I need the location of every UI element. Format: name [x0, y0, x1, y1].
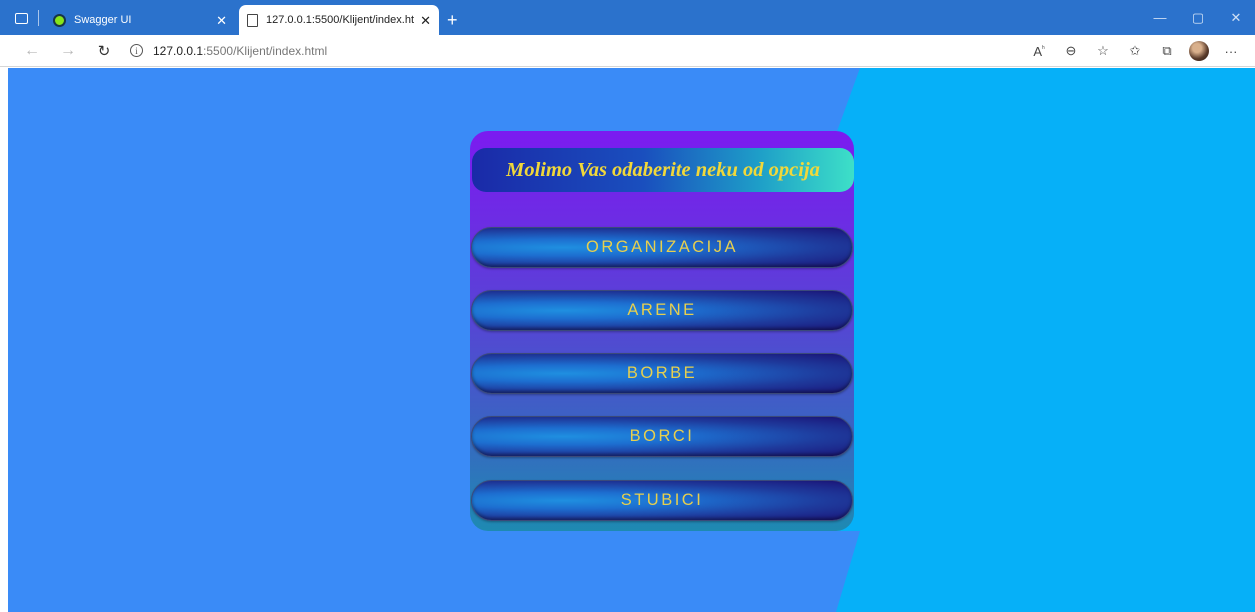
restore-icon[interactable]: ▢ — [1179, 10, 1217, 26]
swagger-favicon-icon — [53, 13, 66, 27]
tab-label: 127.0.0.1:5500/Klijent/index.html — [266, 14, 415, 26]
tab-close-icon[interactable]: ✕ — [420, 14, 431, 27]
favorites-icon[interactable]: ✩ — [1119, 43, 1151, 59]
tab-separator — [38, 10, 39, 26]
new-tab-plus-icon[interactable]: + — [447, 11, 458, 29]
minimize-icon[interactable]: — — [1141, 10, 1179, 25]
address-bar[interactable]: i 127.0.0.1:5500/Klijent/index.html — [130, 44, 327, 58]
back-arrow-icon[interactable]: ← — [14, 42, 50, 60]
forward-arrow-icon[interactable]: → — [50, 42, 86, 60]
tab-klijent[interactable]: 127.0.0.1:5500/Klijent/index.html ✕ — [239, 5, 439, 35]
site-info-icon[interactable]: i — [130, 44, 143, 57]
stubici-button[interactable]: STUBICI — [471, 480, 853, 521]
zoom-icon[interactable]: ⊖ — [1055, 43, 1087, 59]
tab-strip: Swagger UI ✕ 127.0.0.1:5500/Klijent/inde… — [0, 0, 1255, 35]
page-title: Molimo Vas odaberite neku od opcija — [506, 158, 820, 181]
menu-card: Molimo Vas odaberite neku od opcija ORGA… — [470, 131, 854, 531]
url-host: 127.0.0.1 — [153, 43, 204, 58]
organizacija-button[interactable]: ORGANIZACIJA — [471, 227, 853, 268]
title-box: Molimo Vas odaberite neku od opcija — [472, 148, 854, 192]
tab-actions-button[interactable] — [8, 5, 34, 31]
toolbar-actions: Aʰ ⊖ ☆ ✩ ⧉ ··· — [1023, 35, 1247, 67]
read-aloud-icon[interactable]: Aʰ — [1023, 44, 1055, 59]
add-favorite-icon[interactable]: ☆ — [1087, 43, 1119, 59]
url-path: :5500/Klijent/index.html — [203, 43, 328, 58]
borci-button[interactable]: BORCI — [471, 416, 853, 457]
profile-avatar[interactable] — [1189, 41, 1209, 61]
tab-close-icon[interactable]: ✕ — [216, 14, 227, 27]
tab-actions-icon — [14, 12, 28, 24]
tab-label: Swagger UI — [74, 14, 132, 26]
tab-swagger[interactable]: Swagger UI ✕ — [45, 5, 235, 35]
window-controls: — ▢ ✕ — [1141, 0, 1255, 35]
browser-toolbar: ← → ↻ i 127.0.0.1:5500/Klijent/index.htm… — [0, 35, 1255, 67]
close-window-icon[interactable]: ✕ — [1217, 10, 1255, 26]
collections-icon[interactable]: ⧉ — [1151, 43, 1183, 59]
arene-button[interactable]: ARENE — [471, 290, 853, 331]
reload-icon[interactable]: ↻ — [86, 42, 122, 60]
more-menu-icon[interactable]: ··· — [1215, 44, 1247, 59]
page-favicon-icon — [247, 13, 258, 27]
borbe-button[interactable]: BORBE — [471, 353, 853, 394]
page-viewport: Molimo Vas odaberite neku od opcija ORGA… — [8, 68, 1255, 612]
